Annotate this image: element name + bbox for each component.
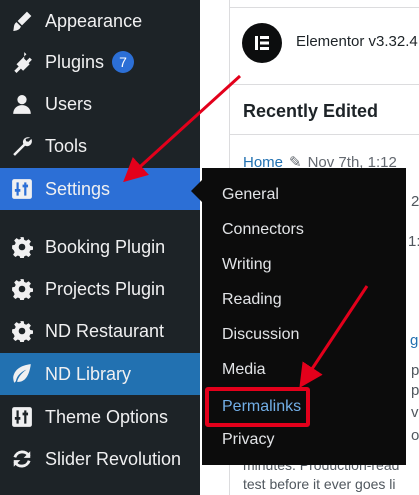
sidebar-item-appearance[interactable]: Appearance bbox=[0, 0, 200, 42]
submenu-item-writing[interactable]: Writing bbox=[222, 250, 272, 280]
plugin-icon bbox=[11, 51, 33, 73]
sidebar-item-label: ND Restaurant bbox=[45, 320, 165, 341]
sidebar-item-label: Projects Plugin bbox=[45, 278, 166, 299]
sidebar-item-theme-options[interactable]: Theme Options bbox=[0, 396, 200, 438]
sidebar-item-label: Users bbox=[45, 93, 93, 114]
refresh-icon bbox=[11, 448, 33, 470]
sidebar-item-label: Slider Revolution bbox=[45, 448, 182, 469]
sidebar-item-label: Tools bbox=[45, 135, 88, 156]
text-fragment: o bbox=[411, 427, 419, 444]
text-fragment: 1: bbox=[408, 233, 419, 250]
submenu-item-discussion[interactable]: Discussion bbox=[222, 320, 299, 350]
paintbrush-icon bbox=[11, 10, 33, 32]
sidebar-item-tools[interactable]: Tools bbox=[0, 125, 200, 167]
user-icon bbox=[11, 93, 33, 115]
sidebar-item-plugins[interactable]: Plugins 7 bbox=[0, 41, 200, 83]
text-fragment: g bbox=[410, 332, 419, 349]
sidebar-item-label: Settings bbox=[45, 178, 111, 199]
sidebar-item-settings[interactable]: Settings bbox=[0, 168, 200, 210]
text-fragment: v bbox=[411, 404, 419, 421]
text-fragment: p bbox=[411, 362, 419, 379]
wrench-icon bbox=[11, 135, 33, 157]
submenu-item-media[interactable]: Media bbox=[222, 355, 266, 385]
text-fragment: 2 bbox=[411, 193, 419, 210]
plugins-update-badge: 7 bbox=[112, 51, 135, 73]
body-text-line: test before it ever goes li bbox=[243, 476, 396, 492]
sidebar-item-nd-restaurant[interactable]: ND Restaurant bbox=[0, 310, 200, 352]
sidebar-item-label: Theme Options bbox=[45, 406, 169, 427]
sidebar-item-label: Plugins bbox=[45, 51, 105, 72]
panel-divider bbox=[230, 84, 419, 85]
submenu-item-reading[interactable]: Reading bbox=[222, 285, 282, 315]
recently-edited-title: Recently Edited bbox=[243, 101, 379, 121]
submenu-item-connectors[interactable]: Connectors bbox=[222, 215, 304, 245]
sidebar-item-nd-library[interactable]: ND Library bbox=[0, 353, 200, 395]
sidebar-item-users[interactable]: Users bbox=[0, 83, 200, 125]
sidebar-item-label: Booking Plugin bbox=[45, 236, 166, 257]
gear-icon bbox=[11, 320, 33, 342]
sidebar-item-label: Appearance bbox=[45, 10, 143, 31]
settings-sliders-icon bbox=[11, 178, 33, 200]
content-top-edge bbox=[229, 0, 419, 8]
elementor-version: Elementor v3.32.4 bbox=[296, 33, 418, 50]
gear-icon bbox=[11, 278, 33, 300]
leaf-icon bbox=[11, 363, 33, 385]
gear-icon bbox=[11, 236, 33, 258]
submenu-item-general[interactable]: General bbox=[222, 180, 279, 210]
sidebar-item-label: ND Library bbox=[45, 363, 132, 384]
flyout-pointer bbox=[191, 180, 202, 202]
elementor-logo bbox=[242, 23, 282, 63]
elementor-logo-glyph bbox=[255, 36, 269, 50]
sidebar-item-projects-plugin[interactable]: Projects Plugin bbox=[0, 268, 200, 310]
panel-divider bbox=[230, 134, 419, 135]
sidebar-item-slider-revolution[interactable]: Slider Revolution bbox=[0, 438, 200, 480]
sidebar-item-booking-plugin[interactable]: Booking Plugin bbox=[0, 226, 200, 268]
text-fragment: p bbox=[411, 382, 419, 399]
submenu-item-privacy[interactable]: Privacy bbox=[222, 425, 274, 455]
permalinks-highlight-box bbox=[205, 387, 310, 427]
settings-sliders-icon bbox=[11, 406, 33, 428]
